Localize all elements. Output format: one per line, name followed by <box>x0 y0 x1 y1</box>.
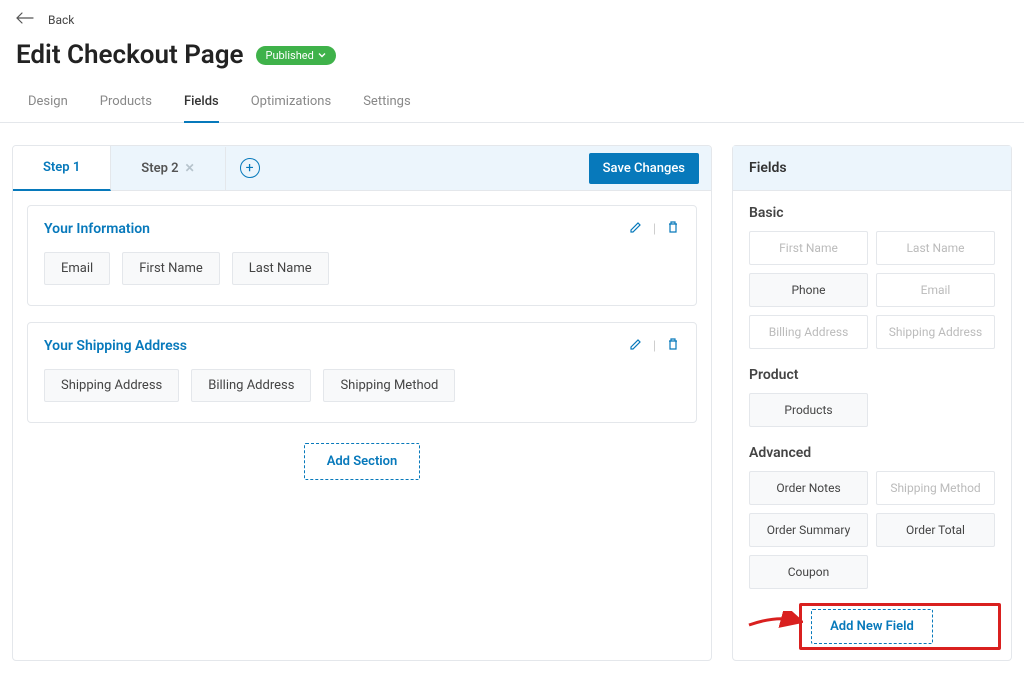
back-link[interactable]: Back <box>48 13 74 27</box>
section-your-shipping-address: Your Shipping Address | Shipping Address… <box>27 322 697 423</box>
edit-icon[interactable] <box>629 220 643 238</box>
builder: Step 1 Step 2 ✕ + Save Changes Your Info… <box>12 145 712 661</box>
back-arrow-icon[interactable] <box>16 12 34 28</box>
panel-chip-coupon[interactable]: Coupon <box>749 555 868 589</box>
panel-title: Fields <box>733 146 1011 191</box>
panel-chip-phone[interactable]: Phone <box>749 273 868 307</box>
annotation-arrow-icon <box>747 611 803 633</box>
panel-chip-shipping-address: Shipping Address <box>876 315 995 349</box>
panel-group-basic-title: Basic <box>749 205 995 221</box>
panel-chip-products[interactable]: Products <box>749 393 868 427</box>
panel-chip-order-total[interactable]: Order Total <box>876 513 995 547</box>
close-icon[interactable]: ✕ <box>185 161 195 175</box>
status-badge[interactable]: Published <box>256 46 336 65</box>
add-section-button[interactable]: Add Section <box>304 443 421 480</box>
status-badge-label: Published <box>266 49 314 62</box>
panel-chip-first-name: First Name <box>749 231 868 265</box>
builder-header: Step 1 Step 2 ✕ + Save Changes <box>13 146 711 191</box>
panel-group-advanced-title: Advanced <box>749 445 995 461</box>
panel-group-product-title: Product <box>749 367 995 383</box>
fields-panel: Fields Basic First Name Last Name Phone … <box>732 145 1012 661</box>
tab-products[interactable]: Products <box>100 84 152 122</box>
tabs: Design Products Fields Optimizations Set… <box>0 84 1024 123</box>
field-chip-billing-address[interactable]: Billing Address <box>191 369 311 402</box>
panel-chip-order-notes[interactable]: Order Notes <box>749 471 868 505</box>
tab-fields[interactable]: Fields <box>184 84 219 123</box>
page-title: Edit Checkout Page <box>16 40 244 70</box>
step-tab-1[interactable]: Step 1 <box>13 146 111 191</box>
tab-optimizations[interactable]: Optimizations <box>251 84 331 122</box>
add-step-button[interactable]: + <box>226 158 274 178</box>
field-chip-shipping-method[interactable]: Shipping Method <box>323 369 455 402</box>
panel-chip-last-name: Last Name <box>876 231 995 265</box>
panel-chip-shipping-method: Shipping Method <box>876 471 995 505</box>
field-chip-lastname[interactable]: Last Name <box>232 252 329 285</box>
field-chip-firstname[interactable]: First Name <box>122 252 220 285</box>
step-tab-2[interactable]: Step 2 ✕ <box>111 147 225 190</box>
field-chip-email[interactable]: Email <box>44 252 110 285</box>
section-title: Your Information <box>44 221 150 237</box>
separator: | <box>653 222 656 237</box>
section-title: Your Shipping Address <box>44 338 187 354</box>
edit-icon[interactable] <box>629 337 643 355</box>
plus-icon: + <box>240 158 260 178</box>
section-your-information: Your Information | Email First Name <box>27 205 697 306</box>
panel-chip-order-summary[interactable]: Order Summary <box>749 513 868 547</box>
add-new-field-button[interactable]: Add New Field <box>811 609 933 644</box>
tab-settings[interactable]: Settings <box>363 84 410 122</box>
trash-icon[interactable] <box>666 220 680 238</box>
save-button[interactable]: Save Changes <box>589 153 699 184</box>
trash-icon[interactable] <box>666 337 680 355</box>
tab-design[interactable]: Design <box>28 84 68 122</box>
panel-chip-billing-address: Billing Address <box>749 315 868 349</box>
separator: | <box>653 339 656 354</box>
chevron-down-icon <box>318 51 326 59</box>
field-chip-shipping-address[interactable]: Shipping Address <box>44 369 179 402</box>
step-tab-2-label: Step 2 <box>141 161 178 176</box>
panel-chip-email: Email <box>876 273 995 307</box>
